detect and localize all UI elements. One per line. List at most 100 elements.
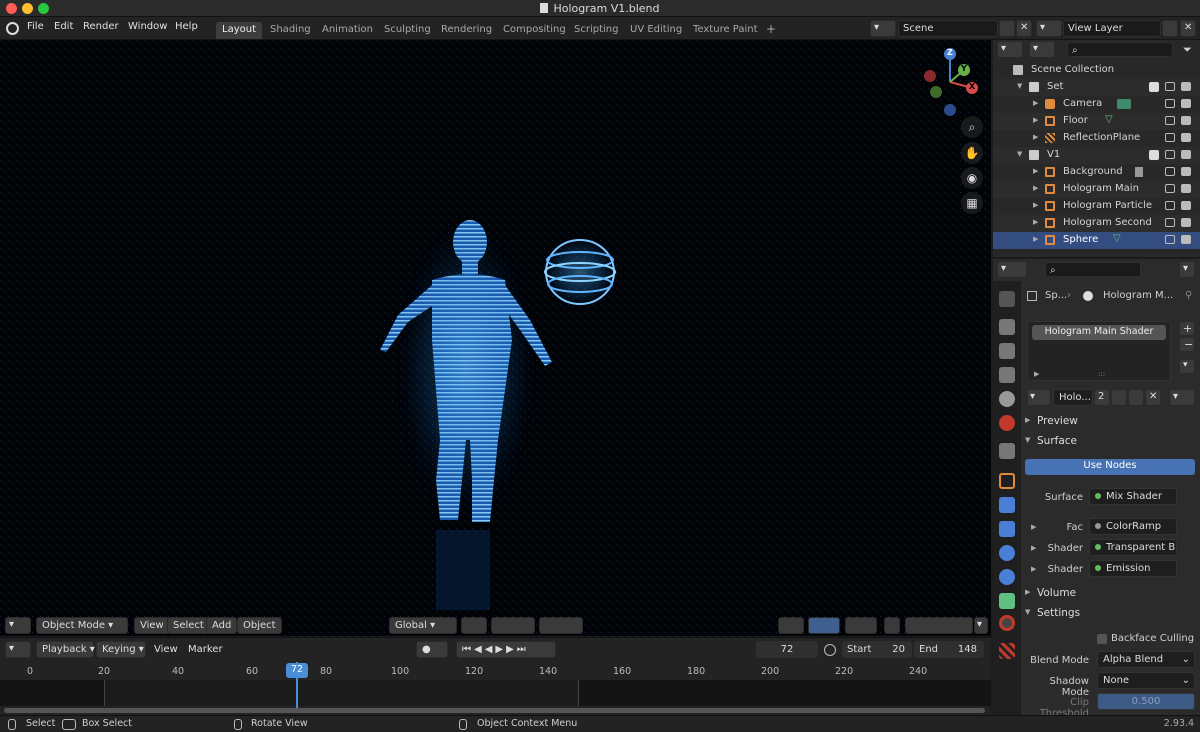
tab-uv-editing[interactable]: UV Editing (624, 22, 688, 39)
viewport-visibility-icon[interactable] (1165, 167, 1175, 176)
object-tab-icon[interactable] (999, 473, 1015, 489)
blend-mode-dropdown[interactable]: Alpha Blend ⌄ (1097, 651, 1195, 668)
material-name-field[interactable]: Holo... (1053, 389, 1093, 406)
3d-viewport[interactable]: Z Y X ⌕ ✋ ◉ ▦ (0, 40, 991, 636)
tab-rendering[interactable]: Rendering (435, 22, 498, 39)
resize-grip-icon[interactable]: ::: (1098, 370, 1105, 378)
tab-animation[interactable]: Animation (316, 22, 379, 39)
clip-threshold-slider[interactable]: 0.500 (1097, 693, 1195, 710)
modifier-tab-icon[interactable] (999, 497, 1015, 513)
fac-input-field[interactable]: ColorRamp (1089, 518, 1177, 535)
snap-icon[interactable] (491, 617, 535, 634)
viewport-visibility-icon[interactable] (1165, 201, 1175, 210)
viewport-visibility-icon[interactable] (1165, 235, 1175, 244)
expand-arrow-icon[interactable]: ▶ (1033, 116, 1038, 124)
view-layer-selector-icon[interactable]: ▾ (1036, 20, 1062, 37)
playback-menu[interactable]: Playback ▾ (36, 641, 95, 658)
expand-arrow-icon[interactable]: ▶ (1033, 184, 1038, 192)
outliner-row-floor[interactable]: ▶ Floor ▽ (993, 113, 1200, 130)
expand-arrow-icon[interactable]: ▶ (1033, 167, 1038, 175)
render-visibility-icon[interactable] (1181, 116, 1191, 125)
scene-tab-icon[interactable] (999, 391, 1015, 407)
shader1-input-field[interactable]: Transparent B... (1089, 539, 1177, 556)
unlink-material-icon[interactable]: ✕ (1145, 389, 1161, 406)
remove-view-layer-icon[interactable]: ✕ (1180, 20, 1196, 37)
outliner-row-reflectionplane[interactable]: ▶ ReflectionPlane (993, 130, 1200, 147)
mode-dropdown[interactable]: Object Mode ▾ (36, 617, 128, 634)
pan-hand-icon[interactable]: ✋ (961, 142, 983, 164)
material-slot-item[interactable]: Hologram Main Shader (1032, 325, 1166, 340)
render-visibility-icon[interactable] (1181, 133, 1191, 142)
properties-editor-icon[interactable]: ▾ (997, 261, 1027, 278)
section-preview[interactable]: ▶ Preview (1021, 413, 1200, 431)
render-visibility-icon[interactable] (1181, 99, 1191, 108)
surface-shader-field[interactable]: Mix Shader (1089, 488, 1177, 505)
properties-options-icon[interactable]: ▾ (1179, 261, 1195, 278)
texture-tab-icon[interactable] (999, 643, 1015, 659)
tab-compositing[interactable]: Compositing (497, 22, 572, 39)
outliner-row-hologram-main[interactable]: ▶ Hologram Main (993, 181, 1200, 198)
tab-shading[interactable]: Shading (264, 22, 317, 39)
slot-specials-button[interactable]: ▾ (1179, 359, 1195, 374)
tab-sculpting[interactable]: Sculpting (378, 22, 437, 39)
particles-tab-icon[interactable] (999, 521, 1015, 537)
add-menu[interactable]: Add (206, 617, 238, 634)
viewport-visibility-icon[interactable] (1165, 133, 1175, 142)
add-workspace-icon[interactable]: + (760, 20, 782, 37)
scene-field[interactable]: Scene (898, 20, 998, 37)
orientation-dropdown[interactable]: Global ▾ (389, 617, 457, 634)
collection-tab-icon[interactable] (999, 443, 1015, 459)
current-frame-field[interactable]: 72 (756, 641, 818, 658)
modifier-icon[interactable] (1135, 167, 1143, 177)
menu-file[interactable]: File (27, 21, 44, 32)
view-layer-field[interactable]: View Layer (1063, 20, 1161, 37)
outliner-editor-icon[interactable]: ▾ (997, 41, 1023, 58)
view-layer-tab-icon[interactable] (999, 367, 1015, 383)
menu-window[interactable]: Window (128, 21, 167, 32)
expand-arrow-icon[interactable]: ▶ (1033, 133, 1038, 141)
remove-scene-icon[interactable]: ✕ (1016, 20, 1032, 37)
outliner-search-input[interactable]: ⌕ (1067, 42, 1173, 57)
viewport-visibility-icon[interactable] (1165, 218, 1175, 227)
section-surface[interactable]: ▼ Surface (1021, 433, 1200, 451)
timeline-view-menu[interactable]: View (154, 644, 178, 655)
include-checkbox[interactable] (1149, 82, 1159, 92)
shading-options-icon[interactable]: ▾ (974, 617, 988, 634)
outliner-row-set[interactable]: ▼ Set (993, 79, 1200, 96)
constraints-tab-icon[interactable] (999, 569, 1015, 585)
render-visibility-icon[interactable] (1181, 235, 1191, 244)
view-menu[interactable]: View (134, 617, 170, 634)
frame-ruler[interactable]: 0 20 40 60 80 100 120 140 160 180 200 22… (0, 662, 991, 678)
shadow-mode-dropdown[interactable]: None ⌄ (1097, 672, 1195, 689)
tool-tab-icon[interactable] (999, 291, 1015, 307)
expand-arrow-icon[interactable]: ▶ (1033, 99, 1038, 107)
blender-logo-icon[interactable] (6, 22, 19, 35)
outliner-row-hologram-particle[interactable]: ▶ Hologram Particle (993, 198, 1200, 215)
use-nodes-button[interactable]: Use Nodes (1025, 459, 1195, 475)
section-volume[interactable]: ▶ Volume (1021, 585, 1200, 603)
backface-culling-checkbox[interactable] (1097, 634, 1107, 644)
select-menu[interactable]: Select (167, 617, 210, 634)
fake-user-shield-icon[interactable] (1111, 389, 1127, 406)
playback-controls[interactable]: ⏮◀◀▶▶⏭ (456, 641, 556, 658)
new-scene-icon[interactable] (999, 20, 1015, 37)
render-tab-icon[interactable] (999, 319, 1015, 335)
outliner-row-hologram-second[interactable]: ▶ Hologram Second (993, 215, 1200, 232)
camera-data-icon[interactable] (1117, 99, 1131, 109)
outliner-row-v1[interactable]: ▼ V1 (993, 147, 1200, 164)
display-mode-icon[interactable]: ▾ (1029, 41, 1055, 58)
properties-search-input[interactable]: ⌕ (1045, 262, 1141, 277)
navigation-gizmo[interactable]: Z Y X (918, 48, 982, 120)
marker-menu[interactable]: Marker (188, 644, 223, 655)
zoom-icon[interactable]: ⌕ (961, 116, 983, 138)
perspective-grid-icon[interactable]: ▦ (961, 192, 983, 214)
duplicate-material-icon[interactable] (1128, 389, 1144, 406)
timeline-editor-icon[interactable]: ▾ (5, 641, 31, 658)
new-view-layer-icon[interactable] (1162, 20, 1178, 37)
add-slot-button[interactable]: + (1179, 321, 1195, 336)
remove-slot-button[interactable]: − (1179, 337, 1195, 352)
end-frame-field[interactable]: End 148 (914, 641, 984, 658)
tab-scripting[interactable]: Scripting (568, 22, 624, 39)
render-visibility-icon[interactable] (1181, 167, 1191, 176)
menu-edit[interactable]: Edit (54, 21, 73, 32)
